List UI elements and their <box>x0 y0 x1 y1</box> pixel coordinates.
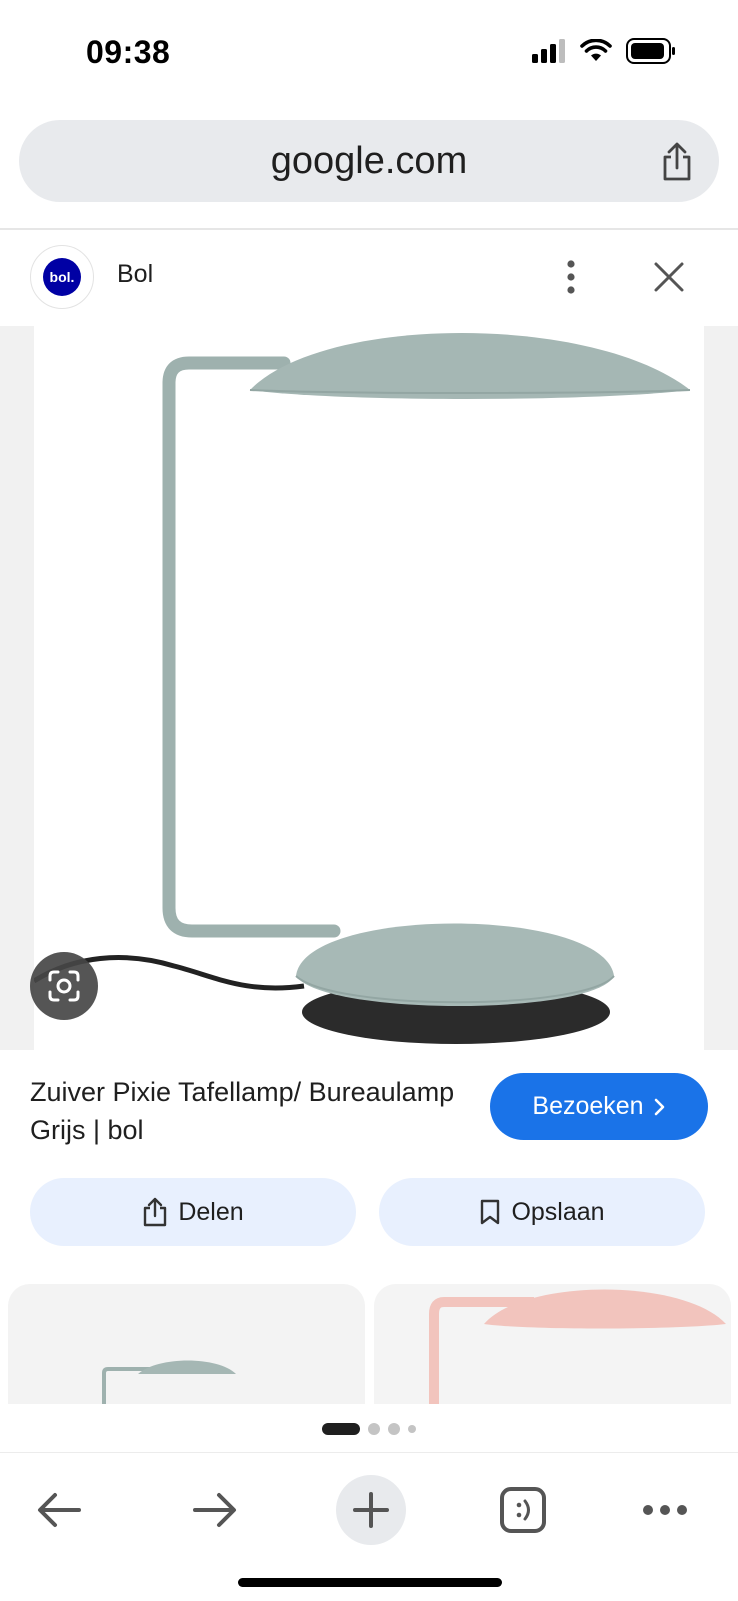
address-bar[interactable]: google.com <box>19 120 719 202</box>
close-icon[interactable] <box>652 260 686 294</box>
chevron-right-icon <box>654 1098 664 1115</box>
forward-icon <box>193 1493 236 1527</box>
battery-icon <box>626 38 675 64</box>
plus-icon <box>353 1492 389 1528</box>
save-label: Opslaan <box>511 1197 605 1226</box>
tabs-icon <box>500 1487 546 1533</box>
related-lamp-grey <box>102 1360 236 1404</box>
wifi-icon <box>580 39 612 61</box>
clock: 09:38 <box>86 34 171 70</box>
back-icon <box>38 1493 81 1527</box>
page-dot <box>408 1425 416 1433</box>
visit-button[interactable]: Bezoeken <box>490 1073 708 1140</box>
source-logo[interactable]: bol. <box>30 245 94 309</box>
page-dot <box>368 1423 380 1435</box>
status-bar: 09:38 <box>0 0 738 110</box>
more-vert-icon[interactable] <box>560 258 582 296</box>
related-lamp-pink <box>429 1289 726 1404</box>
back-button[interactable] <box>24 1475 94 1545</box>
product-title[interactable]: Zuiver Pixie Tafellamp/ Bureaulamp Grijs… <box>30 1073 460 1149</box>
url-text: google.com <box>270 140 468 182</box>
page-indicator <box>0 1422 738 1436</box>
share-icon[interactable] <box>659 142 695 182</box>
save-button[interactable]: Opslaan <box>379 1178 705 1246</box>
home-indicator <box>238 1578 502 1587</box>
previous-image-edge[interactable] <box>0 326 34 1050</box>
visit-label: Bezoeken <box>532 1092 644 1120</box>
more-button[interactable] <box>630 1475 700 1545</box>
signal-icon <box>532 39 565 63</box>
bol-logo: bol. <box>43 258 81 296</box>
share-label: Delen <box>178 1197 244 1226</box>
product-image[interactable] <box>34 326 704 1050</box>
share-icon <box>144 1197 167 1227</box>
forward-button[interactable] <box>180 1475 250 1545</box>
lens-icon <box>48 970 80 1002</box>
divider <box>0 228 738 230</box>
lens-button[interactable] <box>30 952 98 1020</box>
next-image-edge[interactable] <box>704 326 738 1050</box>
page-dot-active <box>322 1423 360 1435</box>
source-name[interactable]: Bol <box>117 260 153 289</box>
bookmark-icon <box>481 1199 500 1225</box>
page-dot <box>388 1423 400 1435</box>
share-button[interactable]: Delen <box>30 1178 356 1246</box>
status-icons <box>532 38 676 64</box>
lamp-illustration <box>34 333 691 1044</box>
more-horiz-icon <box>643 1505 687 1515</box>
tabs-button[interactable] <box>488 1475 558 1545</box>
new-tab-button[interactable] <box>336 1475 406 1545</box>
related-image-1[interactable] <box>8 1284 365 1404</box>
related-image-2[interactable] <box>374 1284 731 1404</box>
